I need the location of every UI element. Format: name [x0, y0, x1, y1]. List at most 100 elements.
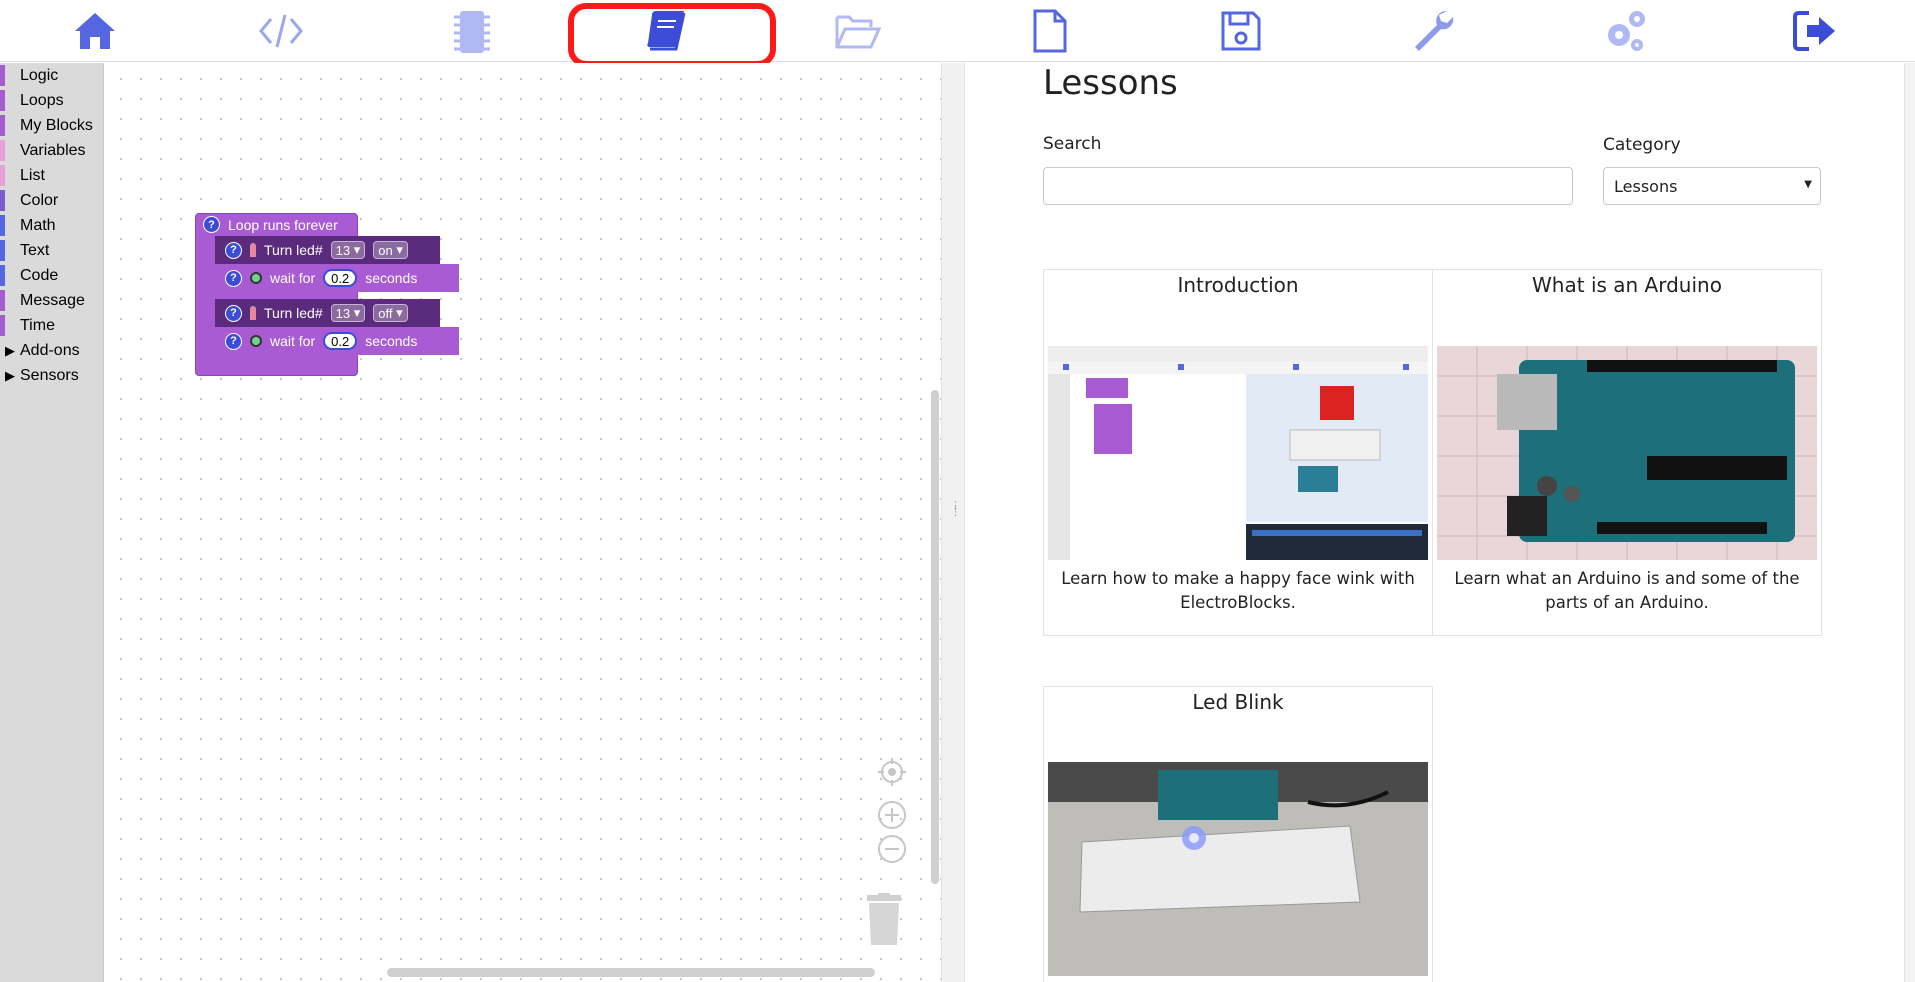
workspace-vertical-scrollbar[interactable]	[931, 390, 939, 884]
top-navigation-bar	[0, 0, 1915, 67]
lesson-card-led-blink[interactable]: Led Blink	[1043, 686, 1433, 982]
led-pin-dropdown[interactable]: 13 ▾	[330, 304, 366, 322]
lesson-card-introduction[interactable]: Introduction Learn how to make a happy f…	[1043, 269, 1433, 636]
seconds-label: seconds	[365, 333, 418, 349]
zoom-in-icon[interactable]	[877, 800, 907, 830]
category-label: Code	[20, 267, 59, 284]
panel-resize-divider[interactable]: ⋮ ⋮	[941, 63, 965, 982]
toolbox-category-my-blocks[interactable]: My Blocks	[0, 113, 103, 138]
lessons-scrollbar[interactable]	[1904, 63, 1915, 982]
lesson-card-title: Led Blink	[1192, 690, 1284, 714]
toolbox-category-list[interactable]: List	[0, 163, 103, 188]
category-label: Loops	[20, 92, 64, 109]
toolbox-category-loops[interactable]: Loops	[0, 88, 103, 113]
toolbox-category-color[interactable]: Color	[0, 188, 103, 213]
category-color-bar	[0, 215, 5, 236]
toolbox-category-variables[interactable]: Variables	[0, 138, 103, 163]
turn-led-on-block[interactable]: ? Turn led# 13 ▾ on ▾	[215, 236, 440, 264]
save-button[interactable]	[1146, 0, 1336, 62]
category-label: Add-ons	[20, 342, 80, 359]
led-icon	[250, 306, 256, 320]
help-icon[interactable]: ?	[225, 332, 242, 350]
search-label: Search	[1043, 134, 1102, 154]
category-label: Time	[20, 317, 55, 334]
category-label: Message	[20, 292, 85, 309]
category-label: My Blocks	[20, 117, 93, 134]
led-state-dropdown[interactable]: off ▾	[373, 304, 408, 322]
home-icon	[75, 13, 115, 49]
exit-button[interactable]	[1720, 0, 1910, 62]
loop-forever-label: Loop runs forever	[228, 216, 338, 233]
category-color-bar	[0, 240, 5, 261]
wait-seconds-input[interactable]: 0.2	[323, 269, 358, 287]
lessons-button[interactable]	[571, 0, 761, 62]
lesson-thumbnail-arduino	[1437, 346, 1817, 560]
search-input[interactable]	[1043, 167, 1573, 205]
recenter-icon[interactable]	[877, 757, 907, 787]
new-file-icon	[1033, 9, 1067, 53]
help-icon[interactable]: ?	[225, 304, 242, 322]
sign-out-icon	[1793, 11, 1835, 51]
wrench-icon	[1415, 10, 1454, 51]
wait-seconds-input[interactable]: 0.2	[323, 332, 358, 350]
open-folder-button[interactable]	[762, 0, 952, 62]
category-color-bar	[0, 65, 5, 86]
category-select[interactable]: Lessons ▼	[1603, 167, 1821, 205]
new-file-button[interactable]	[954, 0, 1144, 62]
category-color-bar	[0, 90, 5, 111]
category-color-bar	[0, 290, 5, 311]
led-state-dropdown[interactable]: on ▾	[373, 241, 408, 259]
lesson-card-description: Learn what an Arduino is and some of the…	[1454, 569, 1800, 612]
wait-block-1[interactable]: ? wait for 0.2 seconds	[215, 264, 459, 292]
lesson-card-title: Introduction	[1177, 273, 1299, 297]
help-icon[interactable]: ?	[225, 241, 242, 259]
tools-button[interactable]	[1338, 0, 1528, 62]
category-label: Color	[20, 192, 59, 209]
turn-led-off-block[interactable]: ? Turn led# 13 ▾ off ▾	[215, 299, 440, 327]
lesson-thumbnail-introduction	[1048, 346, 1428, 560]
lesson-card-what-is-arduino[interactable]: What is an Arduino Learn what an Arduino…	[1432, 269, 1822, 636]
clock-icon	[250, 272, 262, 284]
lesson-card-title: What is an Arduino	[1532, 273, 1722, 297]
block-workspace[interactable]	[105, 63, 941, 982]
settings-button[interactable]	[1530, 0, 1720, 62]
category-label: Sensors	[20, 367, 79, 384]
toolbox-category-message[interactable]: Message	[0, 288, 103, 313]
lesson-thumbnail-led-blink	[1048, 762, 1428, 976]
toolbox-category-text[interactable]: Text	[0, 238, 103, 263]
grip-handle-icon: ⋮ ⋮	[950, 499, 961, 518]
category-color-bar	[0, 265, 5, 286]
led-pin-dropdown[interactable]: 13 ▾	[330, 241, 366, 259]
category-label: Math	[20, 217, 56, 234]
category-label: Category	[1603, 135, 1681, 155]
home-button[interactable]	[0, 0, 190, 62]
trash-icon[interactable]	[865, 893, 903, 945]
help-icon[interactable]: ?	[225, 269, 242, 287]
toolbox-category-time[interactable]: Time	[0, 313, 103, 338]
help-icon[interactable]: ?	[203, 216, 220, 233]
wait-block-2[interactable]: ? wait for 0.2 seconds	[215, 327, 459, 355]
loop-forever-header: ? Loop runs forever	[203, 216, 338, 233]
category-color-bar	[0, 115, 5, 136]
toolbox-category-add-ons[interactable]: ▶ Add-ons	[0, 338, 103, 363]
category-label: Logic	[20, 67, 59, 84]
toolbox-category-code[interactable]: Code	[0, 263, 103, 288]
folder-open-icon	[835, 15, 881, 49]
chip-icon	[454, 11, 490, 53]
zoom-out-icon[interactable]	[877, 834, 907, 864]
expand-arrow-icon[interactable]: ▶	[5, 338, 15, 363]
toolbox-category-logic[interactable]: Logic	[0, 63, 103, 88]
chevron-down-icon: ▼	[1804, 179, 1812, 190]
clock-icon	[250, 335, 262, 347]
chip-button[interactable]	[377, 0, 567, 62]
toolbox-category-sensors[interactable]: ▶ Sensors	[0, 363, 103, 388]
lesson-card-description: Learn how to make a happy face wink with…	[1061, 569, 1415, 612]
wait-label: wait for	[270, 333, 316, 349]
workspace-horizontal-scrollbar[interactable]	[387, 968, 875, 977]
expand-arrow-icon[interactable]: ▶	[5, 363, 15, 388]
code-button[interactable]	[186, 0, 376, 62]
turn-led-label: Turn led#	[264, 242, 323, 258]
gears-icon	[1608, 11, 1645, 51]
category-color-bar	[0, 165, 5, 186]
toolbox-category-math[interactable]: Math	[0, 213, 103, 238]
